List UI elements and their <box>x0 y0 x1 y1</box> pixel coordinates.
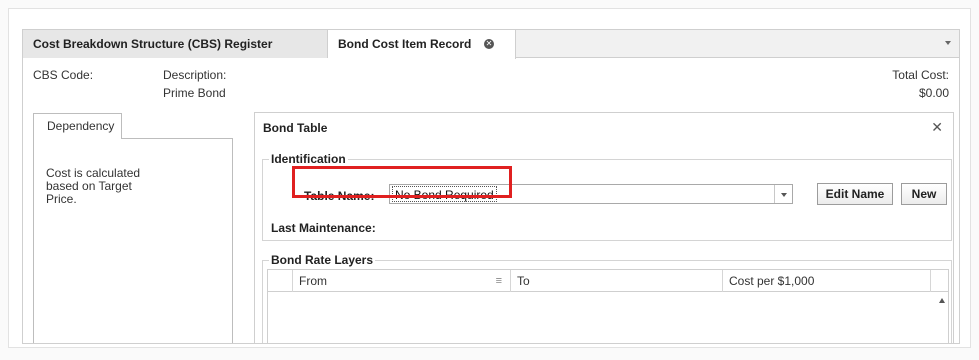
bond-rate-grid: From ≡ To Cost per $1,000 <box>267 269 949 343</box>
bond-table-title: Bond Table <box>263 121 328 135</box>
bond-table-panel: Bond Table ✕ Identification Table Name: … <box>254 112 954 343</box>
tab-list-dropdown-icon[interactable] <box>945 41 951 45</box>
tab-cbs-register[interactable]: Cost Breakdown Structure (CBS) Register <box>23 30 328 58</box>
new-button[interactable]: New <box>901 183 947 205</box>
tab-strip: Cost Breakdown Structure (CBS) Register … <box>23 30 959 59</box>
highlight-box <box>292 166 512 198</box>
close-panel-icon[interactable]: ✕ <box>931 119 943 136</box>
tab-dependency-label: Dependency <box>47 119 115 133</box>
sort-icon[interactable]: ≡ <box>496 270 502 292</box>
column-header-cost[interactable]: Cost per $1,000 <box>722 270 930 292</box>
total-cost-label: Total Cost: <box>892 68 949 82</box>
tab-cbs-register-label: Cost Breakdown Structure (CBS) Register <box>33 37 273 51</box>
tab-bond-cost-item[interactable]: Bond Cost Item Record ✕ <box>328 30 516 59</box>
grid-header: From ≡ To Cost per $1,000 <box>268 270 948 292</box>
bond-rate-layers-group: Bond Rate Layers From ≡ To Cost per $1,0… <box>262 253 952 343</box>
tab-bond-cost-item-label: Bond Cost Item Record <box>338 37 472 51</box>
column-to-label: To <box>517 274 530 288</box>
column-header-to[interactable]: To <box>510 270 722 292</box>
column-cost-label: Cost per $1,000 <box>729 274 815 288</box>
chevron-down-icon[interactable] <box>774 185 792 203</box>
column-header-from[interactable]: From ≡ <box>292 270 510 292</box>
total-cost-value: $0.00 <box>918 86 949 100</box>
column-header-spacer <box>930 270 948 292</box>
bond-rate-layers-label: Bond Rate Layers <box>269 253 376 267</box>
identification-label: Identification <box>269 152 348 166</box>
tab-dependency[interactable]: Dependency <box>33 113 122 139</box>
dependency-text: Cost is calculated based on Target Price… <box>46 166 141 206</box>
close-tab-icon[interactable]: ✕ <box>484 39 494 49</box>
scroll-up-icon[interactable] <box>939 298 945 303</box>
row-selector-header <box>268 270 292 292</box>
last-maintenance-label: Last Maintenance: <box>271 221 376 235</box>
description-label: Description: <box>163 68 227 82</box>
description-value: Prime Bond <box>163 86 226 100</box>
cbs-code-label: CBS Code: <box>33 68 94 82</box>
column-from-label: From <box>299 274 327 288</box>
edit-name-button[interactable]: Edit Name <box>817 183 893 205</box>
